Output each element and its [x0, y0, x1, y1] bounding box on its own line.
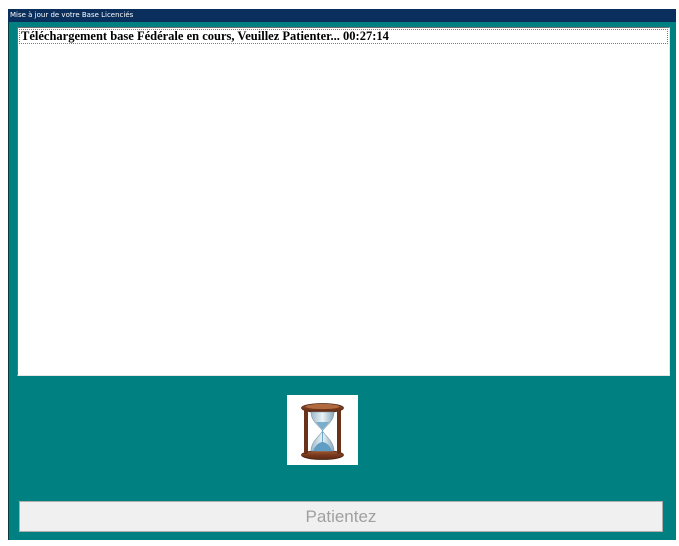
- log-line-download-status[interactable]: Téléchargement base Fédérale en cours, V…: [19, 29, 668, 44]
- patientez-button[interactable]: Patientez: [19, 501, 663, 532]
- hourglass-icon: [287, 395, 358, 465]
- window-edge: [8, 22, 9, 540]
- update-window: Mise à jour de votre Base Licenciés Télé…: [8, 9, 676, 540]
- hourglass-graphic: [301, 403, 344, 460]
- window-title: Mise à jour de votre Base Licenciés: [8, 9, 676, 22]
- log-panel[interactable]: Téléchargement base Fédérale en cours, V…: [17, 27, 670, 376]
